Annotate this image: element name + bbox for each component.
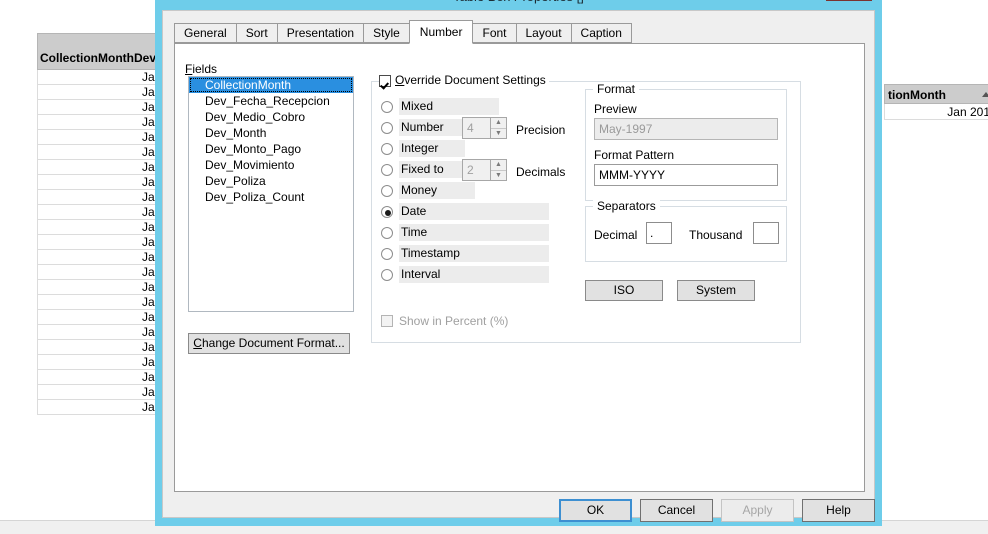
radio-icon [381, 100, 393, 113]
override-document-settings-checkbox[interactable]: Override Document Settings [379, 73, 549, 88]
list-item[interactable]: Dev_Month [189, 125, 353, 141]
precision-value: 4 [467, 121, 474, 135]
close-icon[interactable] [826, 0, 872, 1]
radio-integer[interactable]: Integer [381, 140, 465, 157]
radio-label: Number [399, 119, 465, 136]
tab-style[interactable]: Style [363, 23, 410, 43]
change-document-format-button[interactable]: Change Document Format... [188, 333, 350, 354]
format-pattern-input[interactable]: MMM-YYYY [594, 164, 778, 186]
tab-panel-number: Fields CollectionMonth Dev_Fecha_Recepcio… [174, 43, 865, 492]
radio-date[interactable]: Date [381, 203, 549, 220]
column-header-collectionmonth[interactable]: CollectionMonth [40, 51, 134, 65]
radio-timestamp[interactable]: Timestamp [381, 245, 549, 262]
radio-label: Interval [399, 266, 549, 283]
right-column-header-label: tionMonth [888, 88, 946, 102]
system-button[interactable]: System [677, 280, 755, 301]
apply-button: Apply [721, 499, 794, 522]
chevron-up-icon[interactable]: ▲ [491, 118, 506, 129]
ok-button[interactable]: OK [559, 499, 632, 522]
fields-listbox[interactable]: CollectionMonth Dev_Fecha_Recepcion Dev_Me… [188, 76, 354, 312]
radio-time[interactable]: Time [381, 224, 549, 241]
list-item[interactable]: Dev_Fecha_Recepcion [189, 93, 353, 109]
list-item[interactable]: Dev_Medio_Cobro [189, 109, 353, 125]
radio-label: Timestamp [399, 245, 549, 262]
override-label: Override Document Settings [395, 73, 546, 87]
list-item[interactable]: Dev_Poliza_Count [189, 189, 353, 205]
radio-number[interactable]: Number [381, 119, 465, 136]
right-table-row: Jan 201 [884, 104, 988, 120]
thousand-separator-input[interactable] [753, 222, 779, 244]
dialog-title: Table Box Properties [] [155, 0, 882, 10]
list-item[interactable]: CollectionMonth [189, 77, 353, 93]
radio-icon [381, 121, 393, 134]
chevron-down-icon[interactable]: ▼ [491, 170, 506, 180]
radio-fixed-to[interactable]: Fixed to [381, 161, 475, 178]
stepper-arrows[interactable]: ▲ ▼ [490, 160, 506, 180]
decimal-separator-label: Decimal [594, 228, 638, 242]
sort-ascending-icon [982, 92, 988, 97]
tab-general[interactable]: General [174, 23, 237, 43]
precision-stepper[interactable]: 4 ▲ ▼ [462, 117, 507, 139]
tab-strip: General Sort Presentation Style Number Font La… [174, 20, 632, 44]
right-column-header[interactable]: tionMonth [884, 84, 988, 104]
show-in-percent-checkbox[interactable]: Show in Percent (%) [381, 314, 508, 328]
radio-icon [381, 226, 393, 239]
stepper-arrows[interactable]: ▲ ▼ [490, 118, 506, 138]
tab-number[interactable]: Number [408, 20, 474, 44]
separators-group-label: Separators [593, 199, 660, 213]
screen: CollectionMonthDev Jan-2014Jan-2014Jan-2… [0, 0, 988, 534]
radio-icon [381, 247, 393, 260]
format-group-label: Format [593, 82, 640, 96]
radio-label: Mixed [399, 98, 499, 115]
radio-label: Date [399, 203, 549, 220]
tab-caption[interactable]: Caption [570, 23, 632, 43]
help-button[interactable]: Help [802, 499, 875, 522]
right-data-table: tionMonth Jan 201 [884, 84, 988, 120]
cancel-button[interactable]: Cancel [640, 499, 713, 522]
chevron-up-icon[interactable]: ▲ [491, 160, 506, 171]
decimals-label: Decimals [516, 165, 566, 179]
list-item[interactable]: Dev_Monto_Pago [189, 141, 353, 157]
dialog-body: General Sort Presentation Style Number Font La… [162, 10, 876, 522]
iso-button[interactable]: ISO [585, 280, 663, 301]
thousand-separator-label: Thousand [689, 228, 743, 242]
radio-mixed[interactable]: Mixed [381, 98, 499, 115]
radio-label: Integer [399, 140, 465, 157]
precision-label: Precision [516, 123, 566, 137]
radio-label: Time [399, 224, 549, 241]
decimal-separator-input[interactable]: . [646, 222, 672, 244]
radio-icon [381, 163, 393, 176]
chevron-down-icon[interactable]: ▼ [491, 128, 506, 138]
decimals-value: 2 [467, 163, 474, 177]
column-header-dev[interactable]: Dev [134, 51, 156, 65]
fields-label: Fields [185, 62, 218, 76]
tab-layout[interactable]: Layout [515, 23, 572, 43]
checkbox-icon [379, 74, 391, 87]
tab-sort[interactable]: Sort [235, 23, 278, 43]
radio-icon [381, 184, 393, 197]
radio-money[interactable]: Money [381, 182, 475, 199]
tab-font[interactable]: Font [472, 23, 517, 43]
show-in-percent-label: Show in Percent (%) [399, 314, 509, 328]
format-pattern-label: Format Pattern [594, 148, 675, 162]
preview-label: Preview [594, 102, 637, 116]
radio-label: Money [399, 182, 475, 199]
checkbox-icon [381, 315, 393, 327]
tab-presentation[interactable]: Presentation [276, 23, 365, 43]
radio-icon [381, 142, 393, 155]
radio-icon [381, 268, 393, 281]
decimals-stepper[interactable]: 2 ▲ ▼ [462, 159, 507, 181]
list-item[interactable]: Dev_Poliza [189, 173, 353, 189]
radio-icon [381, 205, 393, 218]
table-box-properties-dialog: Table Box Properties [] GeneralSortPrese… [155, 0, 882, 526]
radio-interval[interactable]: Interval [381, 266, 549, 283]
dialog-button-bar: OK Cancel Apply Help [163, 499, 876, 522]
preview-field: May-1997 [594, 118, 778, 140]
list-item[interactable]: Dev_Movimiento [189, 157, 353, 173]
